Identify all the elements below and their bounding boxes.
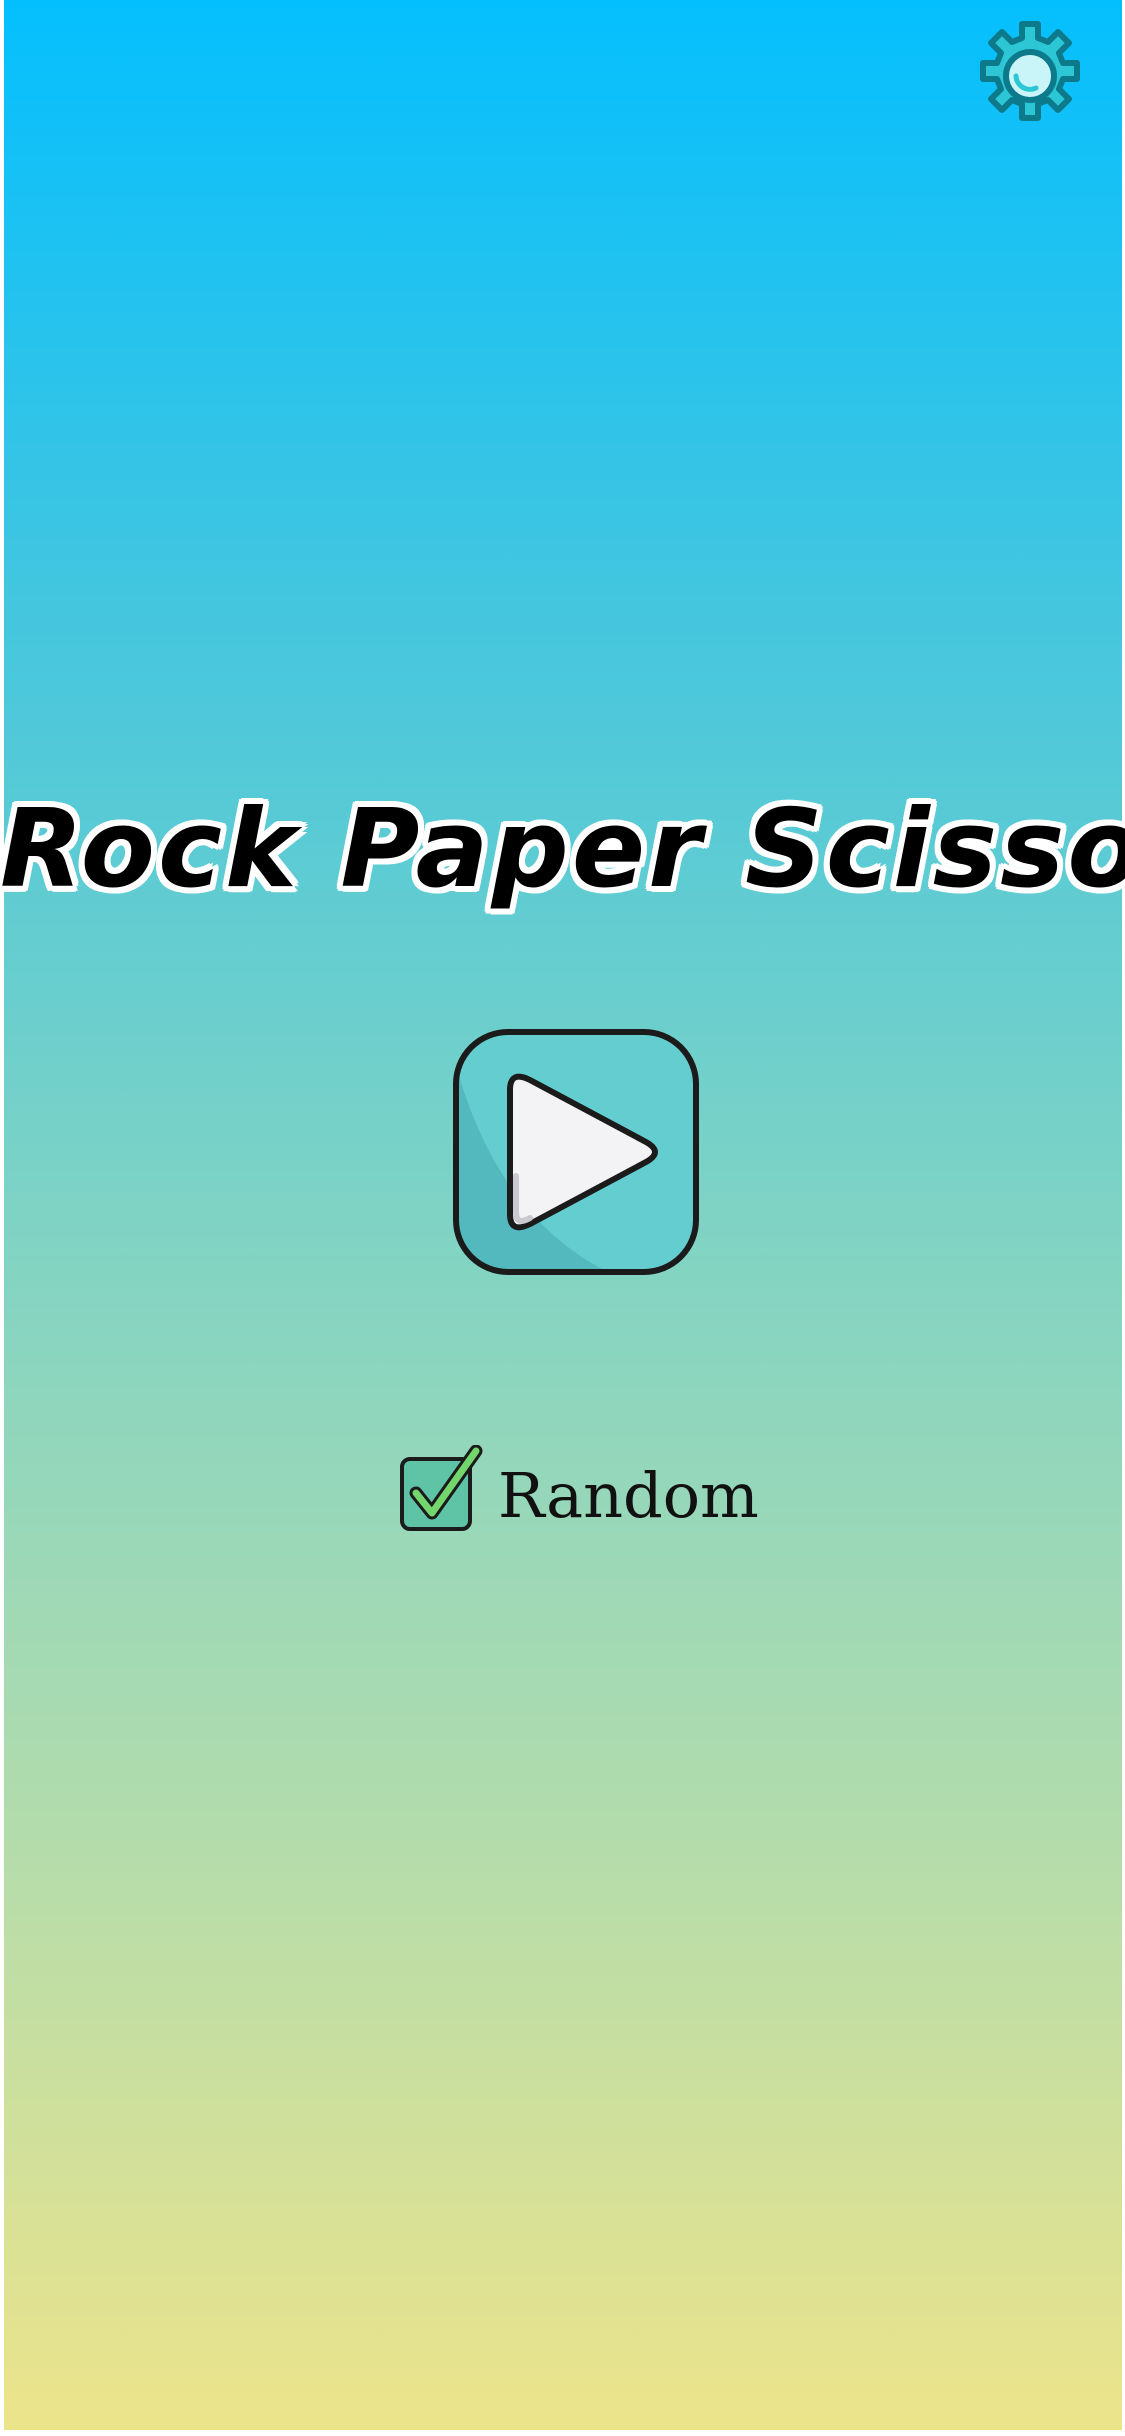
play-button[interactable] xyxy=(450,1026,702,1278)
game-title: Rock Paper Scissors xyxy=(0,787,1125,912)
random-label: Random xyxy=(498,1459,759,1532)
gear-icon xyxy=(980,21,1080,121)
home-screen: Rock Paper Scissors Random xyxy=(0,0,1125,2436)
settings-button[interactable] xyxy=(972,18,1088,134)
random-toggle[interactable]: Random xyxy=(398,1440,759,1540)
bottom-edge-border xyxy=(0,2430,1125,2436)
play-icon xyxy=(453,1029,699,1275)
checkbox-checked-icon[interactable] xyxy=(398,1445,484,1535)
left-edge-border xyxy=(0,0,4,2436)
